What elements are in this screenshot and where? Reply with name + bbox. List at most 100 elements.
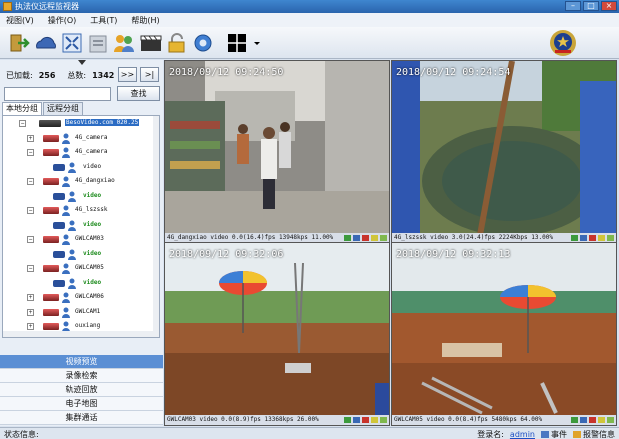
device-icon	[43, 308, 59, 316]
expand-toggle[interactable]: +	[27, 338, 34, 339]
stop-icon[interactable]	[362, 417, 369, 423]
tree-row-label: video	[83, 249, 102, 257]
status-bar: 状态信息: 登录名: admin 事件 报警信息	[0, 427, 619, 439]
app-icon	[3, 2, 12, 11]
talk-icon[interactable]	[607, 235, 614, 241]
events-icon	[541, 431, 549, 438]
audio-icon[interactable]	[371, 417, 378, 423]
device-icon	[43, 178, 59, 185]
stop-icon[interactable]	[589, 417, 596, 423]
nav-video-preview[interactable]: 视频预览	[0, 355, 163, 369]
minimize-button[interactable]: –	[565, 1, 581, 11]
expand-toggle[interactable]: −	[27, 207, 34, 214]
expand-toggle[interactable]: +	[27, 134, 34, 142]
tree-row-label: video	[83, 162, 102, 170]
tree-row-label: 4G_camera	[75, 133, 108, 141]
events-link[interactable]: 事件	[541, 429, 567, 439]
search-input[interactable]	[4, 87, 111, 101]
tree-row-label: video	[83, 191, 102, 199]
tab-local-group[interactable]: 本地分组	[2, 102, 42, 115]
user-icon	[68, 191, 76, 202]
lock-icon[interactable]	[165, 31, 189, 55]
film-icon[interactable]	[139, 31, 163, 55]
exit-icon[interactable]	[8, 31, 32, 55]
stop-icon[interactable]	[362, 235, 369, 241]
menu-tools[interactable]: 工具(T)	[90, 15, 117, 26]
expand-toggle[interactable]: −	[27, 265, 34, 272]
record-icon[interactable]	[580, 235, 587, 241]
talk-icon[interactable]	[380, 235, 387, 241]
audio-icon[interactable]	[598, 417, 605, 423]
tree-row-label: 4G_dangxiao	[75, 177, 115, 184]
nav-electronic-map[interactable]: 电子地图	[0, 397, 163, 411]
expand-toggle[interactable]: +	[27, 294, 34, 301]
expand-toggle[interactable]: +	[27, 308, 34, 316]
snapshot-icon[interactable]	[344, 417, 351, 423]
tree-horizontal-scrollbar[interactable]	[3, 331, 159, 337]
device-icon	[43, 236, 59, 243]
maximize-button[interactable]: □	[583, 1, 599, 11]
search-button[interactable]: 查找	[117, 86, 160, 101]
loaded-value: 256	[38, 71, 56, 80]
user-icon	[62, 292, 70, 303]
collapse-toggle[interactable]: −	[19, 120, 26, 127]
tree-vertical-scrollbar[interactable]	[153, 116, 159, 337]
tab-remote-group[interactable]: 远程分组	[43, 102, 83, 115]
expand-toggle[interactable]: +	[27, 323, 34, 330]
camera-icon	[53, 192, 65, 200]
nav-group-call[interactable]: 集群通话	[0, 411, 163, 425]
record-icon[interactable]	[580, 417, 587, 423]
expand-toggle[interactable]: −	[27, 236, 34, 243]
menu-help[interactable]: 帮助(H)	[131, 15, 159, 26]
menu-view[interactable]: 视图(V)	[6, 15, 34, 26]
device-icon	[43, 134, 59, 142]
fullscreen-icon[interactable]	[60, 31, 84, 55]
users-icon[interactable]	[112, 31, 136, 55]
report-icon[interactable]	[86, 31, 110, 55]
video-pane-1[interactable]: 2018/09/12 09:24:50 4G_dangxiao video 0.…	[164, 60, 390, 244]
video-frame-construction	[165, 243, 389, 417]
nav-menu: 视频预览 录像检索 轨迹回放 电子地图 集群通话	[0, 355, 163, 425]
loaded-label: 已加载:	[6, 71, 33, 80]
audio-icon[interactable]	[371, 235, 378, 241]
video-timestamp: 2018/09/12 09:24:50	[169, 67, 284, 78]
last-page-button[interactable]: >|	[140, 67, 159, 82]
next-page-button[interactable]: >>	[118, 67, 137, 82]
alarm-link[interactable]: 报警信息	[573, 429, 615, 439]
tree-row-label: 4G_camera	[75, 148, 108, 155]
talk-icon[interactable]	[607, 417, 614, 423]
layout-grid-icon[interactable]	[226, 31, 262, 55]
events-label: 事件	[551, 430, 567, 439]
device-tree[interactable]: +ouxiang1+ouxiang+GWLCAM1+GWLCAM06video−…	[2, 115, 160, 338]
video-pane-4[interactable]: 2018/09/12 09:32:13 GWLCAM05 video 0.0(8…	[391, 242, 617, 426]
user-icon	[62, 147, 70, 158]
record-icon[interactable]	[353, 235, 360, 241]
alarm-label: 报警信息	[583, 430, 615, 439]
audio-icon[interactable]	[598, 235, 605, 241]
window-title: 执法仪远程监视器	[15, 2, 79, 11]
record-icon[interactable]	[353, 417, 360, 423]
expand-toggle[interactable]: −	[27, 149, 34, 156]
nav-track-playback[interactable]: 轨迹回放	[0, 383, 163, 397]
stop-icon[interactable]	[589, 235, 596, 241]
video-pane-2[interactable]: 2018/09/12 09:24:54 4G_lszssk video 3.0(…	[391, 60, 617, 244]
total-label: 总数:	[67, 71, 87, 80]
settings-icon[interactable]	[191, 31, 215, 55]
expand-toggle[interactable]: −	[27, 178, 34, 185]
talk-icon[interactable]	[380, 417, 387, 423]
tree-row-label: video	[83, 220, 102, 228]
collapse-arrow-icon[interactable]	[78, 60, 86, 66]
camera-icon	[53, 279, 65, 287]
snapshot-icon[interactable]	[571, 417, 578, 423]
title-bar: 执法仪远程监视器 – □ ×	[0, 0, 619, 13]
snapshot-icon[interactable]	[344, 235, 351, 241]
close-button[interactable]: ×	[601, 1, 617, 11]
video-pane-3[interactable]: 2018/09/12 09:32:06 GWLCAM03 video 0.0(8…	[164, 242, 390, 426]
cloud-icon[interactable]	[34, 31, 58, 55]
menu-operate[interactable]: 操作(O)	[48, 15, 77, 26]
nav-record-search[interactable]: 录像检索	[0, 369, 163, 383]
left-panel: 已加载: 256 总数: 1342 >> >| 查找 本地分组 远程分组 + ouxia…	[0, 60, 163, 426]
snapshot-icon[interactable]	[571, 235, 578, 241]
tree-row-label: GWLCAM1	[75, 307, 101, 315]
login-user[interactable]: admin	[510, 430, 535, 439]
